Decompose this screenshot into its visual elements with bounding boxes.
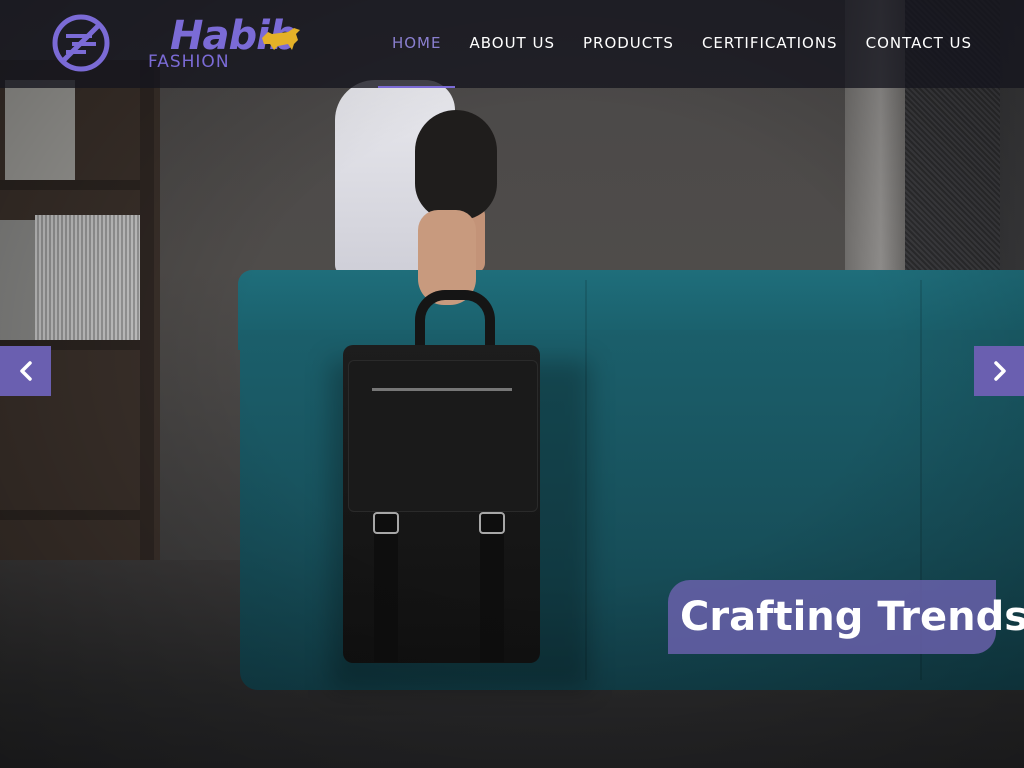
chevron-left-icon bbox=[19, 361, 32, 381]
nav-products[interactable]: PRODUCTS bbox=[569, 0, 688, 88]
nav-contact-us[interactable]: CONTACT US bbox=[852, 0, 986, 88]
bull-icon bbox=[262, 28, 300, 50]
slider-next-button[interactable] bbox=[974, 346, 1024, 396]
nav-home[interactable]: HOME bbox=[377, 0, 456, 88]
brand-tagline: FASHION bbox=[148, 52, 230, 72]
slide-caption-text: Crafting Trends bbox=[680, 594, 1024, 640]
top-navbar: Habib FASHION HOME ABOUT US PRODUCTS CER… bbox=[0, 0, 1024, 88]
nav-about-us[interactable]: ABOUT US bbox=[455, 0, 569, 88]
slide-caption: Crafting Trends bbox=[668, 580, 1024, 654]
brand-logo[interactable]: Habib FASHION bbox=[52, 14, 302, 76]
chevron-right-icon bbox=[993, 361, 1006, 381]
slider-prev-button[interactable] bbox=[0, 346, 51, 396]
logo-emblem-icon bbox=[52, 14, 110, 72]
nav-certifications[interactable]: CERTIFICATIONS bbox=[688, 0, 852, 88]
main-nav: HOME ABOUT US PRODUCTS CERTIFICATIONS CO… bbox=[377, 0, 986, 88]
